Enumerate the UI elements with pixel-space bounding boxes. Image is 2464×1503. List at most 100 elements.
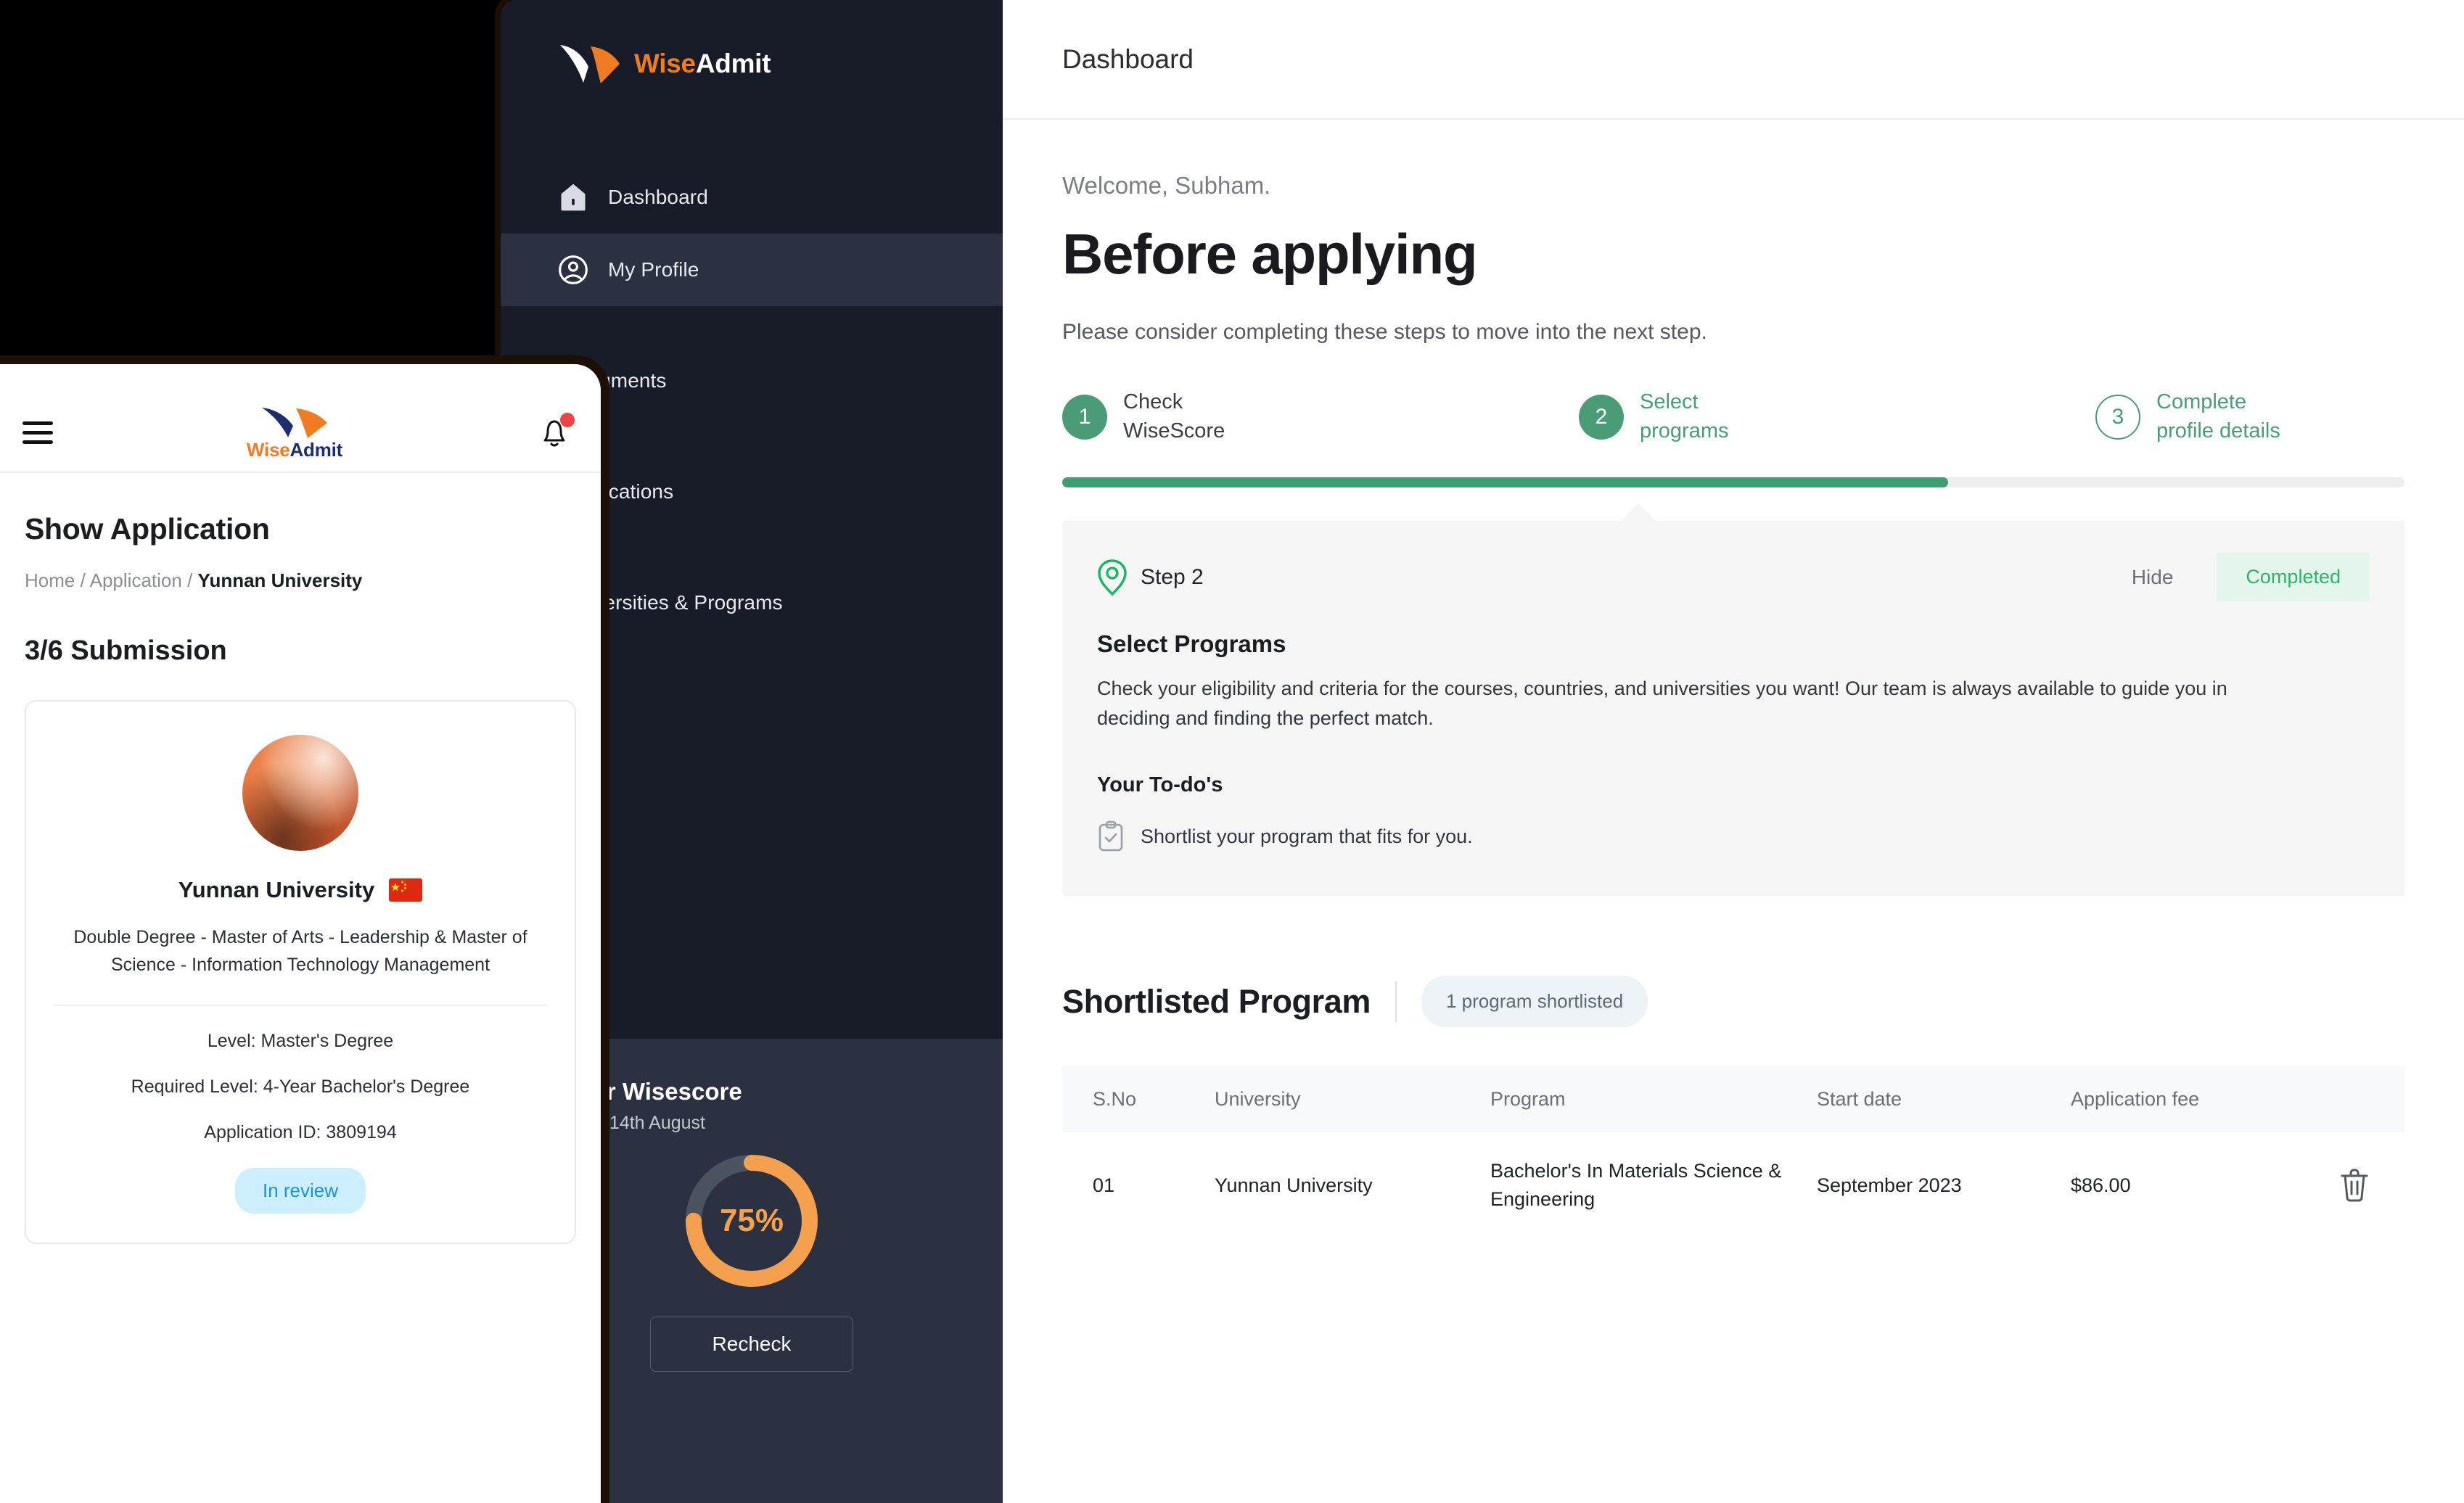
brand-text-wise: Wise bbox=[634, 49, 696, 78]
card-level: Level: Master's Degree bbox=[207, 1031, 394, 1051]
mobile-brand-admit: Admit bbox=[289, 438, 343, 461]
step-label-line2: programs bbox=[1640, 419, 1729, 442]
card-required-level: Required Level: 4-Year Bachelor's Degree bbox=[131, 1076, 470, 1097]
step-label: Complete profile details bbox=[2156, 388, 2280, 445]
trash-icon[interactable] bbox=[2338, 1167, 2371, 1203]
stepper-progress-bar bbox=[1062, 477, 2405, 488]
mobile-screen: WiseAdmit Show Application Home / Applic… bbox=[0, 364, 601, 1503]
cell-start-date: September 2023 bbox=[1817, 1174, 1962, 1196]
recheck-button[interactable]: Recheck bbox=[650, 1317, 853, 1372]
shortlisted-table: S.No University Program Start date Appli… bbox=[1062, 1066, 2405, 1238]
todo-heading: Your To-do's bbox=[1097, 773, 1223, 797]
wiseadmit-logo-icon bbox=[560, 45, 620, 83]
breadcrumb-home[interactable]: Home bbox=[25, 569, 75, 591]
column-header-program: Program bbox=[1490, 1066, 1817, 1133]
step-label-line1: Check bbox=[1123, 390, 1183, 414]
user-circle-icon bbox=[559, 255, 588, 284]
step-card-title: Select Programs bbox=[1097, 630, 1286, 658]
clipboard-check-icon bbox=[1098, 820, 1123, 852]
step-card-header: Step 2 Hide Completed bbox=[1097, 553, 2370, 602]
notification-badge-dot bbox=[560, 413, 575, 427]
todo-text: Shortlist your program that fits for you… bbox=[1141, 825, 1473, 847]
column-header-start-date: Start date bbox=[1817, 1066, 2071, 1133]
breadcrumb-sep: / bbox=[187, 569, 193, 591]
cell-university: Yunnan University bbox=[1215, 1174, 1373, 1196]
column-header-application-fee: Application fee bbox=[2071, 1066, 2325, 1133]
table-header-row: S.No University Program Start date Appli… bbox=[1062, 1066, 2405, 1133]
card-application-id: Application ID: 3809194 bbox=[204, 1122, 397, 1142]
stepper-step-3[interactable]: 3 Complete profile details bbox=[2095, 388, 2280, 445]
step-card-description: Check your eligibility and criteria for … bbox=[1097, 678, 2227, 729]
shortlisted-title: Shortlisted Program bbox=[1062, 982, 1371, 1020]
brand-text-admit: Admit bbox=[695, 49, 771, 78]
desktop-app-window: WiseAdmit Dashboard My Profile Documents… bbox=[501, 0, 2464, 1503]
target-pin-icon bbox=[1098, 559, 1127, 596]
page-title: Dashboard bbox=[1062, 44, 1194, 74]
sidebar-item-my-profile[interactable]: My Profile bbox=[501, 234, 1003, 306]
todo-item[interactable]: Shortlist your program that fits for you… bbox=[1097, 820, 2370, 852]
table-row: 01 Yunnan University Bachelor's In Mater… bbox=[1062, 1132, 2405, 1238]
mobile-brand[interactable]: WiseAdmit bbox=[54, 405, 535, 461]
page-heading: Before applying bbox=[1062, 222, 1478, 286]
mobile-phone-overlay: WiseAdmit Show Application Home / Applic… bbox=[0, 355, 609, 1503]
step-label-line2: profile details bbox=[2156, 419, 2280, 442]
column-header-actions bbox=[2325, 1066, 2405, 1133]
hide-button[interactable]: Hide bbox=[2132, 566, 2174, 589]
application-card[interactable]: Yunnan University Double Degree - Master… bbox=[25, 700, 576, 1244]
university-name: Yunnan University bbox=[178, 877, 375, 902]
breadcrumb-current: Yunnan University bbox=[197, 569, 363, 591]
status-badge: In review bbox=[234, 1168, 366, 1214]
stepper: 1 Check WiseScore 2 Select programs 3 Co… bbox=[1062, 388, 2405, 445]
table-head: S.No University Program Start date Appli… bbox=[1062, 1066, 2405, 1133]
mobile-topbar: WiseAdmit bbox=[0, 395, 601, 473]
brand-text: WiseAdmit bbox=[634, 49, 771, 79]
wisescore-percent: 75% bbox=[719, 1203, 784, 1238]
page-subheading: Please consider completing these steps t… bbox=[1062, 320, 1707, 345]
cell-actions bbox=[2325, 1132, 2405, 1238]
shortlisted-header: Shortlisted Program 1 program shortliste… bbox=[1062, 976, 2405, 1028]
step-label: Check WiseScore bbox=[1123, 388, 1225, 445]
sidebar-item-label: My Profile bbox=[608, 258, 699, 281]
step-circle: 3 bbox=[2095, 394, 2140, 440]
mobile-body: Show Application Home / Application / Yu… bbox=[0, 512, 601, 1244]
main-content: Dashboard Welcome, Subham. Before applyi… bbox=[1003, 0, 2464, 1503]
step-label: Select programs bbox=[1640, 388, 1729, 445]
mobile-section-title: 3/6 Submission bbox=[25, 635, 227, 666]
main-body: Welcome, Subham. Before applying Please … bbox=[1003, 172, 2464, 1238]
card-divider bbox=[54, 1005, 547, 1006]
step-label-line1: Select bbox=[1640, 390, 1699, 414]
sidebar-item-dashboard[interactable]: Dashboard bbox=[501, 161, 1003, 234]
notification-button[interactable] bbox=[535, 413, 575, 452]
breadcrumb-sep: / bbox=[80, 569, 86, 591]
step-circle: 1 bbox=[1062, 394, 1107, 440]
divider bbox=[1395, 981, 1397, 1022]
column-header-sno: S.No bbox=[1062, 1066, 1215, 1133]
step-card-step-label: Step 2 bbox=[1141, 564, 1204, 589]
stepper-step-2[interactable]: 2 Select programs bbox=[1579, 388, 2095, 445]
home-icon bbox=[561, 184, 586, 211]
mobile-brand-wise: Wise bbox=[246, 438, 290, 461]
mobile-brand-text: WiseAdmit bbox=[246, 438, 343, 461]
stepper-progress-fill bbox=[1062, 477, 1948, 488]
status-badge: Completed bbox=[2217, 553, 2370, 602]
wiseadmit-logo-icon bbox=[262, 407, 327, 438]
column-header-university: University bbox=[1215, 1066, 1490, 1133]
stepper-step-1[interactable]: 1 Check WiseScore bbox=[1062, 388, 1579, 445]
brand-logo-area[interactable]: WiseAdmit bbox=[501, 0, 1003, 83]
topbar: Dashboard bbox=[1003, 0, 2464, 120]
mobile-page-title: Show Application bbox=[25, 512, 270, 545]
breadcrumb-application[interactable]: Application bbox=[90, 569, 182, 591]
cell-application-fee: $86.00 bbox=[2071, 1174, 2131, 1196]
step-card-actions: Hide Completed bbox=[2132, 553, 2370, 602]
cell-program: Bachelor's In Materials Science & Engine… bbox=[1490, 1160, 1782, 1211]
cell-sno: 01 bbox=[1093, 1174, 1115, 1196]
china-flag-icon bbox=[389, 878, 423, 902]
hamburger-menu-icon[interactable] bbox=[22, 420, 54, 446]
step-circle: 2 bbox=[1579, 394, 1624, 440]
university-row: Yunnan University bbox=[54, 877, 547, 903]
table-body: 01 Yunnan University Bachelor's In Mater… bbox=[1062, 1132, 2405, 1238]
step-label-line2: WiseScore bbox=[1123, 419, 1225, 442]
breadcrumb: Home / Application / Yunnan University bbox=[25, 569, 576, 592]
university-avatar bbox=[242, 735, 358, 851]
